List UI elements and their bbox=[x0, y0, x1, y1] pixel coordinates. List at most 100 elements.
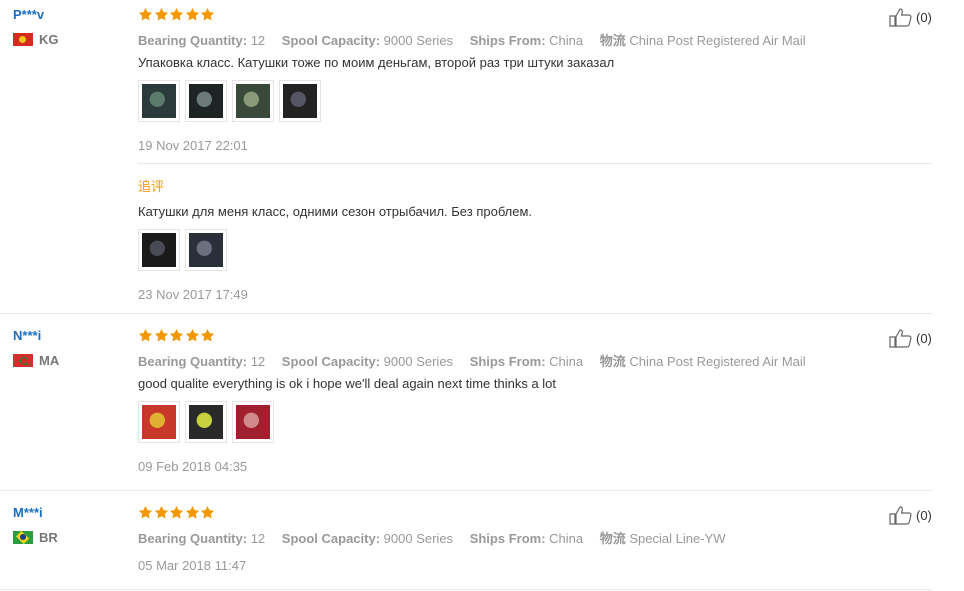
review-text: Упаковка класс. Катушки тоже по моим ден… bbox=[138, 55, 615, 70]
spool-label: Spool Capacity: bbox=[281, 33, 381, 48]
review-photo-thumbnail[interactable] bbox=[279, 80, 321, 122]
helpful-button[interactable]: (0) bbox=[889, 328, 932, 348]
followup-text: Катушки для меня класс, одними сезон отр… bbox=[138, 204, 533, 219]
spool-value: 9000 Series bbox=[383, 531, 454, 546]
logistics-value: China Post Registered Air Mail bbox=[629, 33, 806, 48]
helpful-button[interactable]: (0) bbox=[889, 505, 932, 525]
ships-from-value: China bbox=[549, 33, 584, 48]
thumbs-up-icon[interactable] bbox=[889, 328, 913, 348]
photo-image bbox=[142, 405, 176, 439]
star-icon bbox=[154, 328, 169, 343]
bearing-value: 12 bbox=[250, 354, 266, 369]
star-icon bbox=[200, 7, 215, 22]
star-rating bbox=[138, 505, 216, 520]
review-photos bbox=[138, 80, 326, 122]
bearing-value: 12 bbox=[250, 33, 266, 48]
review-photo-thumbnail[interactable] bbox=[138, 80, 180, 122]
review-date: 09 Feb 2018 04:35 bbox=[138, 459, 248, 474]
photo-image bbox=[236, 84, 270, 118]
review-photo-thumbnail[interactable] bbox=[185, 401, 227, 443]
review-divider bbox=[0, 589, 932, 590]
order-attributes: Bearing Quantity: 12 Spool Capacity: 900… bbox=[138, 30, 819, 49]
logistics-value: Special Line-YW bbox=[629, 531, 726, 546]
bearing-label: Bearing Quantity: bbox=[138, 531, 248, 546]
bearing-value: 12 bbox=[250, 531, 266, 546]
star-rating bbox=[138, 328, 216, 343]
star-icon bbox=[185, 7, 200, 22]
star-icon bbox=[200, 505, 215, 520]
reviewer-name[interactable]: P***v bbox=[13, 7, 59, 23]
star-icon bbox=[185, 505, 200, 520]
logistics-value: China Post Registered Air Mail bbox=[629, 354, 806, 369]
spool-value: 9000 Series bbox=[383, 33, 454, 48]
br-flag-icon bbox=[13, 531, 33, 544]
reviewer-name[interactable]: M***i bbox=[13, 505, 58, 521]
star-icon bbox=[185, 328, 200, 343]
country-code: BR bbox=[39, 530, 58, 545]
star-icon bbox=[169, 505, 184, 520]
review-photo-thumbnail[interactable] bbox=[185, 80, 227, 122]
helpful-button[interactable]: (0) bbox=[889, 7, 932, 27]
bearing-label: Bearing Quantity: bbox=[138, 33, 248, 48]
thumbs-up-icon[interactable] bbox=[889, 7, 913, 27]
order-attributes: Bearing Quantity: 12 Spool Capacity: 900… bbox=[138, 528, 739, 547]
followup-photos bbox=[138, 229, 232, 271]
kg-flag-icon bbox=[13, 33, 33, 46]
star-icon bbox=[138, 7, 153, 22]
reviewer-name[interactable]: N***i bbox=[13, 328, 59, 344]
review-divider bbox=[0, 490, 932, 491]
ships-from-label: Ships From: bbox=[469, 354, 546, 369]
star-icon bbox=[154, 505, 169, 520]
spool-label: Spool Capacity: bbox=[281, 531, 381, 546]
star-icon bbox=[169, 328, 184, 343]
country-code: MA bbox=[39, 353, 60, 368]
followup-label: 追评 bbox=[138, 179, 165, 194]
review-divider bbox=[0, 313, 932, 314]
spool-value: 9000 Series bbox=[383, 354, 454, 369]
reviewer-info: N***i MA bbox=[13, 328, 59, 368]
star-icon bbox=[138, 505, 153, 520]
reviewer-country: BR bbox=[13, 530, 58, 545]
photo-image bbox=[236, 405, 270, 439]
star-icon bbox=[138, 328, 153, 343]
helpful-count: (0) bbox=[916, 330, 932, 346]
reviewer-country: KG bbox=[13, 32, 59, 47]
photo-image bbox=[142, 233, 176, 267]
logistics-label: 物流 bbox=[599, 531, 626, 546]
photo-image bbox=[283, 84, 317, 118]
ships-from-label: Ships From: bbox=[469, 531, 546, 546]
thumbs-up-icon[interactable] bbox=[889, 505, 913, 525]
star-icon bbox=[200, 328, 215, 343]
photo-image bbox=[189, 233, 223, 267]
star-icon bbox=[154, 7, 169, 22]
review-photo-thumbnail[interactable] bbox=[232, 80, 274, 122]
review-date: 05 Mar 2018 11:47 bbox=[138, 558, 247, 573]
logistics-label: 物流 bbox=[599, 33, 626, 48]
star-rating bbox=[138, 7, 216, 22]
photo-image bbox=[142, 84, 176, 118]
ships-from-label: Ships From: bbox=[469, 33, 546, 48]
review-text: good qualite everything is ok i hope we'… bbox=[138, 376, 557, 391]
reviewer-country: MA bbox=[13, 353, 59, 368]
bearing-label: Bearing Quantity: bbox=[138, 354, 248, 369]
ma-flag-icon bbox=[13, 354, 33, 367]
review-photo-thumbnail[interactable] bbox=[185, 229, 227, 271]
helpful-count: (0) bbox=[916, 9, 932, 25]
logistics-label: 物流 bbox=[599, 354, 626, 369]
review-photos bbox=[138, 401, 279, 443]
review-photo-thumbnail[interactable] bbox=[138, 401, 180, 443]
review-photo-thumbnail[interactable] bbox=[138, 229, 180, 271]
reviewer-info: P***v KG bbox=[13, 7, 59, 47]
helpful-count: (0) bbox=[916, 507, 932, 523]
divider bbox=[138, 163, 932, 164]
spool-label: Spool Capacity: bbox=[281, 354, 381, 369]
followup-date: 23 Nov 2017 17:49 bbox=[138, 287, 248, 302]
ships-from-value: China bbox=[549, 354, 584, 369]
review-photo-thumbnail[interactable] bbox=[232, 401, 274, 443]
review-date: 19 Nov 2017 22:01 bbox=[138, 138, 248, 153]
reviewer-info: M***i BR bbox=[13, 505, 58, 545]
order-attributes: Bearing Quantity: 12 Spool Capacity: 900… bbox=[138, 351, 819, 370]
photo-image bbox=[189, 405, 223, 439]
star-icon bbox=[169, 7, 184, 22]
photo-image bbox=[189, 84, 223, 118]
